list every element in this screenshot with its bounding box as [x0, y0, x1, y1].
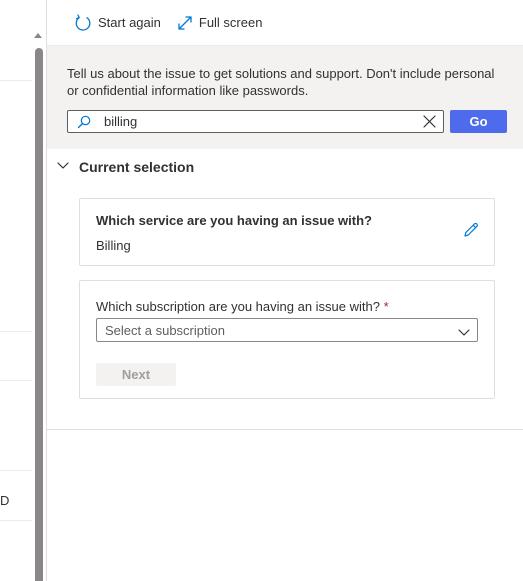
full-screen-label: Full screen: [198, 15, 263, 30]
go-button[interactable]: Go: [450, 110, 507, 133]
support-panel: Start again Full screen Tell us about th…: [46, 0, 523, 581]
scrollbar-thumb[interactable]: [35, 48, 43, 581]
edit-pencil-icon[interactable]: [462, 221, 480, 244]
service-selection-card: Which service are you having an issue wi…: [79, 198, 495, 266]
panel-toolbar: Start again Full screen: [47, 0, 523, 45]
divider: [0, 470, 32, 471]
service-question: Which service are you having an issue wi…: [96, 213, 372, 228]
search-input-box[interactable]: [67, 110, 444, 133]
next-button[interactable]: Next: [96, 363, 176, 386]
subscription-question: Which subscription are you having an iss…: [96, 299, 389, 314]
start-again-label: Start again: [98, 15, 161, 30]
search-hint: Tell us about the issue to get solutions…: [67, 66, 495, 98]
divider: [0, 331, 32, 332]
current-selection-title: Current selection: [79, 159, 195, 175]
refresh-icon: [74, 13, 92, 32]
subscription-select-placeholder: Select a subscription: [105, 323, 225, 338]
search-icon: [77, 115, 91, 134]
chevron-down-icon: [458, 325, 470, 343]
section-divider: [47, 429, 523, 430]
support-page: D Start again Full screen Tell us about …: [0, 0, 523, 581]
background-page-strip: D: [0, 0, 32, 581]
full-screen-button[interactable]: Full screen: [177, 9, 263, 37]
start-again-button[interactable]: Start again: [74, 9, 161, 37]
divider: [0, 80, 32, 81]
clear-icon[interactable]: [422, 114, 437, 134]
divider: [0, 520, 32, 521]
background-text-fragment: D: [0, 493, 10, 508]
service-answer: Billing: [96, 238, 131, 253]
subscription-question-text: Which subscription are you having an iss…: [96, 299, 380, 314]
subscription-selection-card: Which subscription are you having an iss…: [79, 280, 495, 399]
expand-icon: [177, 15, 193, 31]
scroll-up-arrow-icon[interactable]: [34, 33, 42, 38]
required-marker: *: [383, 299, 389, 314]
current-selection-toggle[interactable]: Current selection: [57, 158, 194, 176]
divider: [0, 380, 32, 381]
subscription-select[interactable]: Select a subscription: [96, 318, 478, 342]
search-section: Tell us about the issue to get solutions…: [47, 45, 523, 149]
search-input[interactable]: [104, 112, 404, 131]
chevron-down-icon: [57, 158, 69, 176]
